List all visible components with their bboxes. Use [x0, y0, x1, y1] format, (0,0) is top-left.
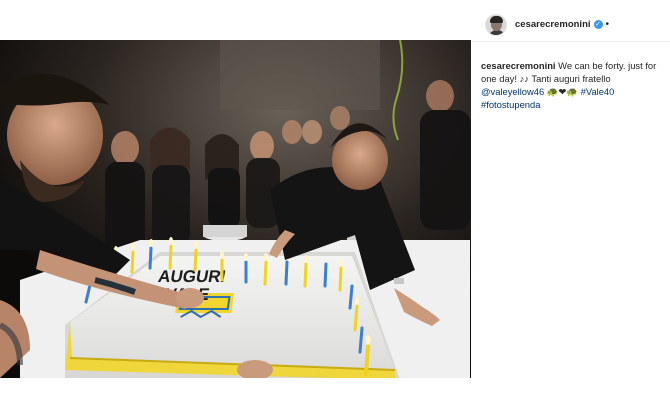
separator-dot: •: [605, 19, 610, 30]
hashtag-link-vale40[interactable]: #Vale40: [581, 86, 615, 97]
party-photo-illustration: AUGURI VALE: [0, 40, 471, 378]
verified-badge-icon: ✓: [593, 20, 603, 29]
caption-emojis: 🐢❤🐢: [544, 86, 581, 97]
post-header: cesarecremonini ✓ •: [471, 8, 670, 42]
caption-author-link[interactable]: cesarecremonini: [481, 60, 556, 71]
post-sidebar: cesarecremonini ✓ • cesarecremonini We c…: [471, 0, 670, 419]
post-photo[interactable]: AUGURI VALE: [0, 40, 471, 378]
hashtag-link-fotostupenda[interactable]: #fotostupenda: [481, 99, 540, 110]
username-link[interactable]: cesarecremonini: [515, 19, 591, 30]
cake-text-auguri: AUGURI: [157, 266, 228, 286]
avatar-icon[interactable]: [485, 13, 507, 36]
post-caption: cesarecremonini We can be forty. just fo…: [481, 59, 666, 111]
mention-link[interactable]: @valeyellow46: [481, 86, 544, 97]
instagram-post: AUGURI VALE: [0, 0, 670, 419]
